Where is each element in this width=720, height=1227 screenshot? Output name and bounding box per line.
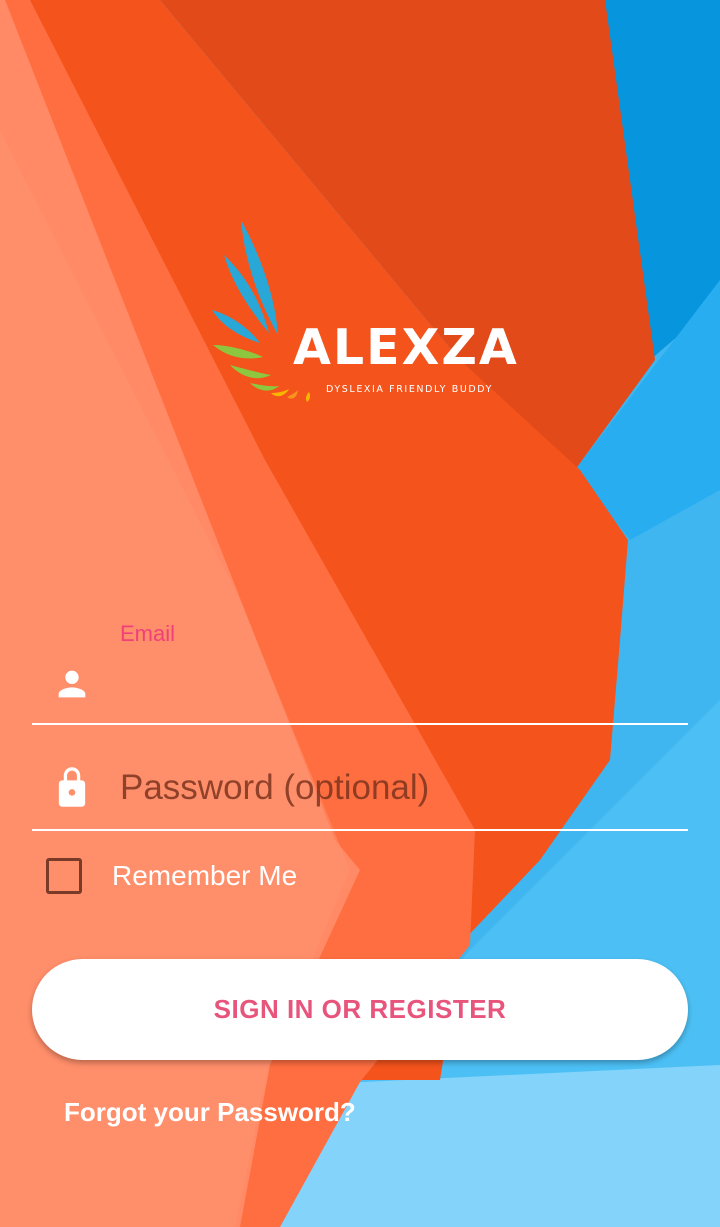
password-underline	[32, 829, 688, 831]
alexza-logo: ALEXZA DYSLEXIA FRIENDLY BUDDY	[205, 215, 517, 410]
email-underline	[32, 723, 688, 725]
remember-me-checkbox[interactable]	[46, 858, 82, 894]
lock-icon	[58, 767, 86, 807]
remember-me-label[interactable]: Remember Me	[112, 860, 297, 892]
forgot-password-link[interactable]: Forgot your Password?	[64, 1097, 356, 1128]
email-label: Email	[120, 621, 176, 646]
email-input[interactable]	[120, 660, 680, 710]
wing-emblem-icon	[212, 220, 311, 402]
logo-tagline: DYSLEXIA FRIENDLY BUDDY	[326, 384, 494, 395]
person-icon	[58, 670, 86, 698]
logo-wordmark: ALEXZA	[293, 319, 519, 376]
sign-in-or-register-button[interactable]: SIGN IN OR REGISTER	[32, 959, 688, 1060]
password-input[interactable]	[120, 763, 680, 813]
